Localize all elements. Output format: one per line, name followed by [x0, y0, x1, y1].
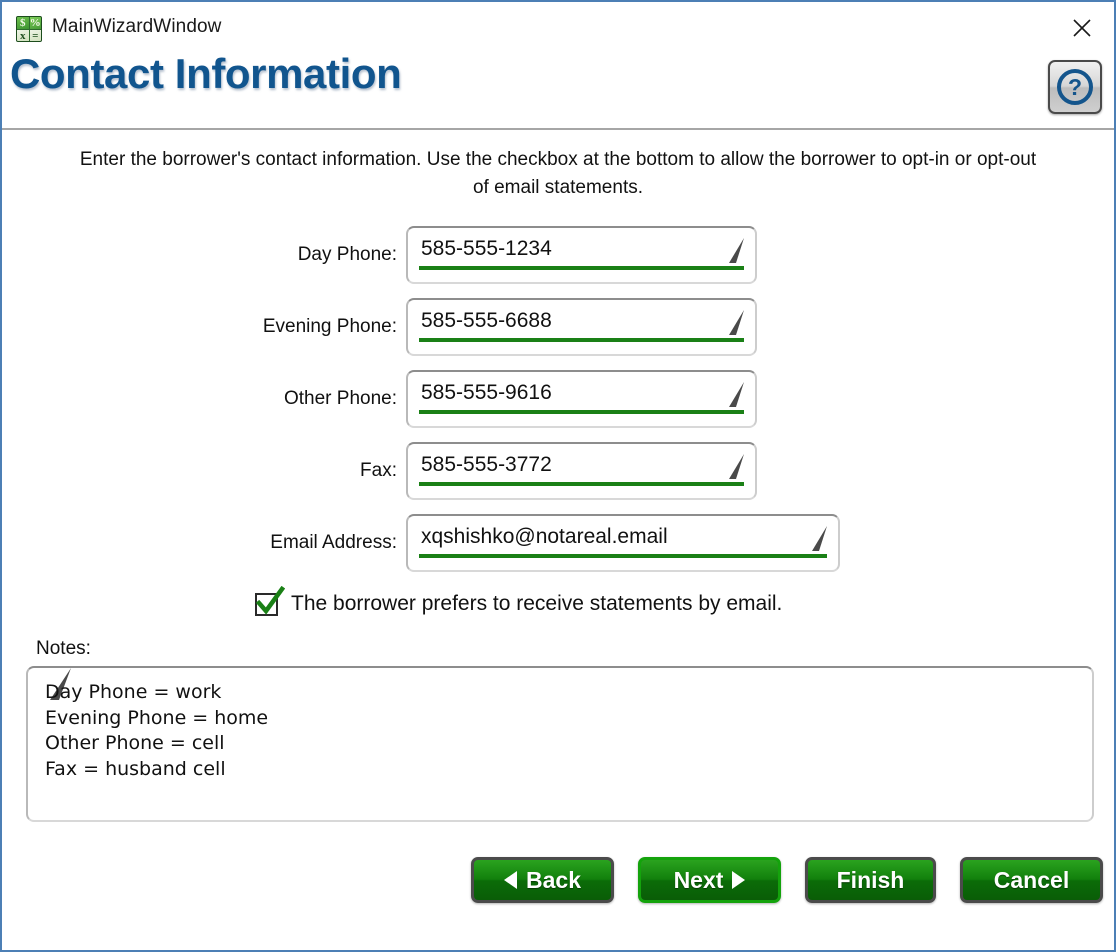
label-day-phone: Day Phone: [297, 244, 397, 265]
notes-textarea[interactable]: Day Phone = work Evening Phone = home Ot… [26, 666, 1094, 822]
label-evening-phone: Evening Phone: [262, 316, 397, 337]
back-button-label: Back [526, 866, 581, 893]
icon-glyph-dollar: $ [17, 17, 29, 29]
field-row-day-phone: Day Phone: 585-555-1234 [2, 226, 1114, 284]
wizard-button-bar: Back Next Finish Cancel [2, 857, 1114, 907]
day-phone-input[interactable]: 585-555-1234 [406, 226, 757, 284]
cancel-button-label: Cancel [993, 866, 1070, 893]
finish-button[interactable]: Finish [805, 857, 936, 903]
email-address-value: xqshishko@notareal.email [421, 525, 668, 548]
day-phone-value: 585-555-1234 [421, 237, 552, 260]
field-underline [419, 482, 744, 486]
label-fax: Fax: [360, 460, 397, 481]
icon-glyph-times: x [17, 30, 29, 41]
field-row-evening-phone: Evening Phone: 585-555-6688 [2, 298, 1114, 356]
main-wizard-window: $ % x = MainWizardWindow Contact Informa… [0, 0, 1116, 952]
close-icon [1073, 19, 1091, 37]
back-button[interactable]: Back [471, 857, 614, 903]
icon-glyph-equals: = [29, 30, 41, 41]
field-underline [419, 410, 744, 414]
arrow-left-icon [504, 871, 517, 889]
finish-button-label: Finish [836, 866, 905, 893]
help-button[interactable]: ? [1048, 60, 1102, 114]
notes-value: Day Phone = work Evening Phone = home Ot… [45, 681, 269, 780]
instructions-text: Enter the borrower's contact information… [79, 149, 1037, 198]
page-title: Contact Information [10, 50, 402, 97]
checkbox-box[interactable] [255, 585, 285, 616]
fax-input[interactable]: 585-555-3772 [406, 442, 757, 500]
cancel-button[interactable]: Cancel [960, 857, 1103, 903]
field-underline [419, 338, 744, 342]
next-button-label: Next [673, 866, 724, 893]
fax-value: 585-555-3772 [421, 453, 552, 476]
checkmark-icon [255, 585, 285, 615]
wizard-content: Enter the borrower's contact information… [2, 130, 1114, 952]
field-underline [419, 266, 744, 270]
email-statements-checkbox[interactable]: The borrower prefers to receive statemen… [255, 585, 783, 616]
icon-glyph-percent: % [29, 17, 41, 29]
evening-phone-input[interactable]: 585-555-6688 [406, 298, 757, 356]
next-button[interactable]: Next [638, 857, 781, 903]
other-phone-input[interactable]: 585-555-9616 [406, 370, 757, 428]
field-row-email-address: Email Address: xqshishko@notareal.email [2, 514, 1114, 572]
arrow-right-icon [732, 871, 746, 889]
page-header: Contact Information ? [2, 50, 1114, 130]
email-address-input[interactable]: xqshishko@notareal.email [406, 514, 840, 572]
window-title: MainWizardWindow [52, 16, 222, 37]
title-bar: $ % x = MainWizardWindow [2, 2, 1114, 54]
checkbox-label: The borrower prefers to receive statemen… [291, 592, 783, 615]
label-email-address: Email Address: [270, 532, 397, 553]
close-button[interactable] [1060, 10, 1104, 46]
notes-label: Notes: [36, 638, 91, 659]
field-underline [419, 554, 827, 558]
field-row-other-phone: Other Phone: 585-555-9616 [2, 370, 1114, 428]
label-other-phone: Other Phone: [283, 388, 397, 409]
other-phone-value: 585-555-9616 [421, 381, 552, 404]
help-icon: ? [1057, 69, 1093, 105]
spreadsheet-calculator-icon: $ % x = [16, 16, 42, 42]
field-row-fax: Fax: 585-555-3772 [2, 442, 1114, 500]
evening-phone-value: 585-555-6688 [421, 309, 552, 332]
